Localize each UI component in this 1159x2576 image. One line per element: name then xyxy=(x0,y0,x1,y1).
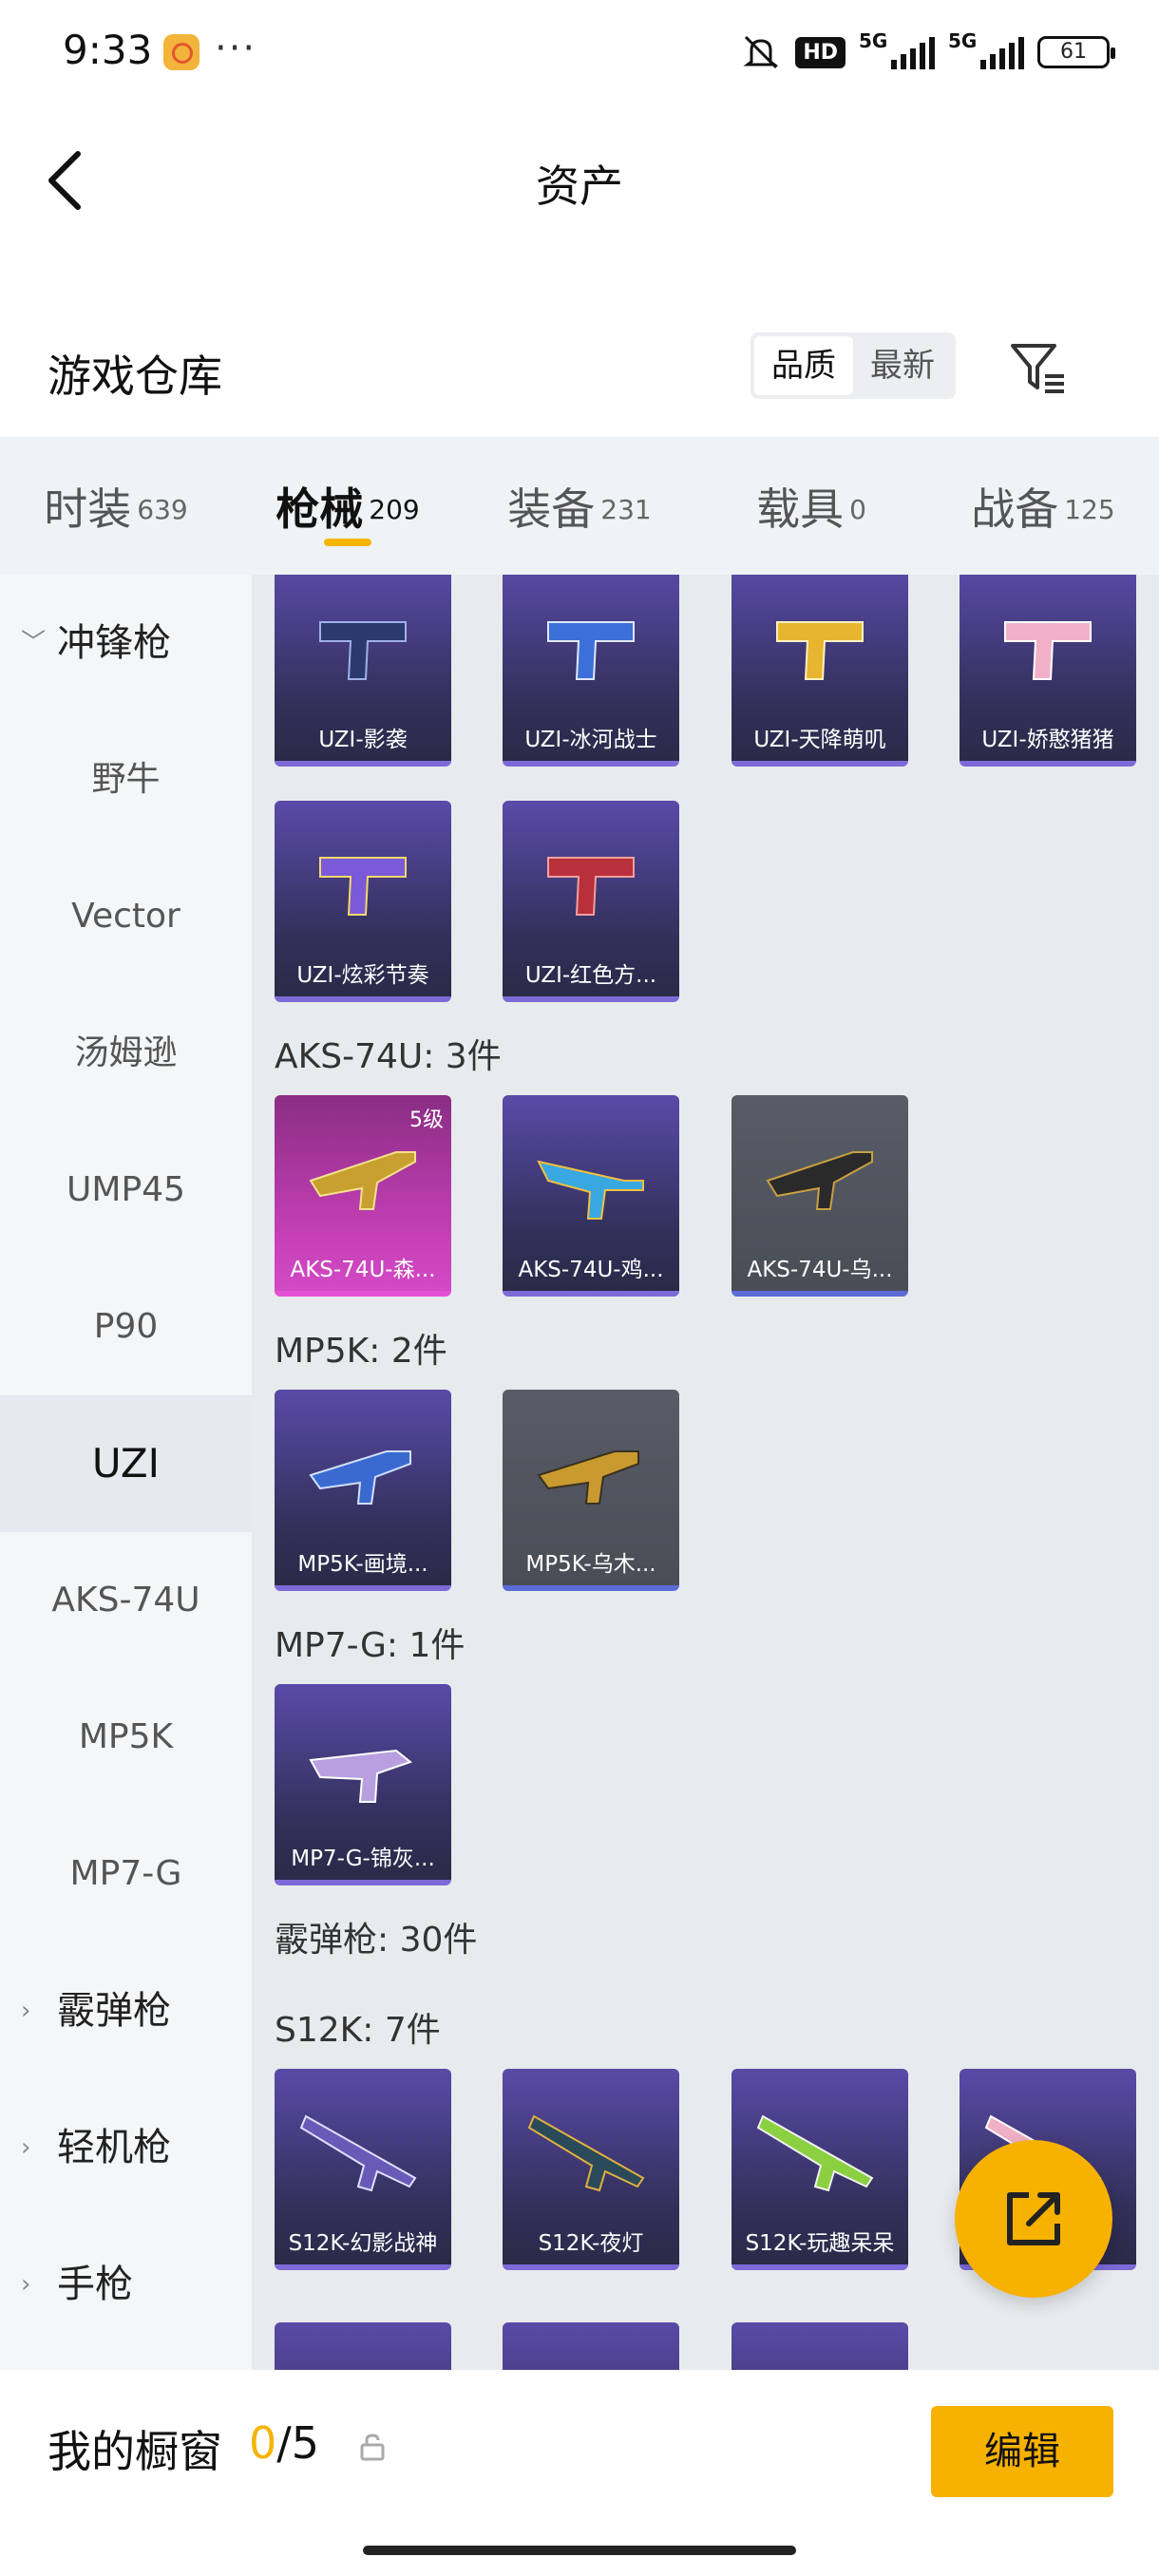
showcase-label: 我的橱窗 xyxy=(48,2426,222,2477)
weapon-grid: UZI-影袭 UZI-冰河战士 UZI-天降萌叽 UZI-娇憨猪猪 UZI-炫彩… xyxy=(252,575,1159,2370)
mp5k-weapon-icon xyxy=(309,1450,411,1505)
weapon-card[interactable]: UZI-冰河战士 xyxy=(503,575,679,767)
app-notification-icon xyxy=(163,34,200,70)
group-title-s12k: S12K: 7件 xyxy=(275,2011,441,2050)
rifle-weapon-icon xyxy=(537,1160,644,1220)
weapon-card[interactable]: MP5K-乌木... xyxy=(503,1390,679,1591)
weapon-card[interactable]: AKS-74U-乌... xyxy=(732,1095,908,1297)
weapon-card[interactable]: UZI-天降萌叽 xyxy=(732,575,908,767)
battery-icon: 61 xyxy=(1037,36,1115,68)
signal-icon-2: 5G xyxy=(948,29,1024,69)
sidebar-group-lmg[interactable]: › 轻机枪 xyxy=(0,2079,252,2216)
mute-bell-icon xyxy=(743,35,779,69)
weapon-card[interactable]: UZI-炫彩节奏 xyxy=(275,801,451,1002)
sidebar-item-aks74u[interactable]: AKS-74U xyxy=(0,1532,252,1669)
weapon-card[interactable]: UZI-娇憨猪猪 xyxy=(960,575,1136,767)
sidebar-item-p90[interactable]: P90 xyxy=(0,1259,252,1395)
sidebar-item-thompson[interactable]: 汤姆逊 xyxy=(0,985,252,1122)
weapon-card[interactable]: AKS-74U-鸡... xyxy=(503,1095,679,1297)
lock-icon xyxy=(360,2434,385,2461)
share-external-icon xyxy=(1007,2192,1060,2245)
warehouse-header: 游戏仓库 品质 最新 xyxy=(0,313,1159,437)
weapon-type-sidebar: ﹀ 冲锋枪 野牛 Vector 汤姆逊 UMP45 P90 UZI AKS-74… xyxy=(0,575,252,2370)
weapon-card[interactable]: 5级 AKS-74U-森... xyxy=(275,1095,451,1297)
sidebar-item-ump45[interactable]: UMP45 xyxy=(0,1122,252,1259)
rifle-weapon-icon xyxy=(766,1151,873,1210)
uzi-weapon-icon xyxy=(547,857,635,916)
group-title-mp5k: MP5K: 2件 xyxy=(275,1332,447,1371)
section-title: 游戏仓库 xyxy=(48,350,222,402)
weapon-card[interactable]: MP7-G-锦灰... xyxy=(275,1684,451,1885)
tab-fashion[interactable]: 时装 639 xyxy=(0,437,232,575)
status-time: 9:33 xyxy=(63,27,153,73)
tab-equipment[interactable]: 装备 231 xyxy=(464,437,695,575)
sidebar-group-shotgun[interactable]: › 霰弹枪 xyxy=(0,1942,252,2079)
chevron-down-icon: ﹀ xyxy=(21,629,47,657)
showcase-count: 0/5 xyxy=(249,2417,320,2469)
sidebar-item-uzi[interactable]: UZI xyxy=(0,1395,252,1532)
home-indicator[interactable] xyxy=(363,2546,796,2555)
chevron-right-icon: › xyxy=(21,2270,31,2299)
more-notifications-icon: ··· xyxy=(215,27,257,70)
shotgun-weapon-icon xyxy=(756,2114,874,2192)
edit-button[interactable]: 编辑 xyxy=(931,2406,1113,2497)
status-indicators: HD 5G 5G 61 xyxy=(740,28,1115,76)
weapon-card[interactable] xyxy=(503,2322,679,2370)
top-header: 资产 xyxy=(0,104,1159,247)
chevron-right-icon: › xyxy=(21,1997,31,2025)
sidebar-item-bizon[interactable]: 野牛 xyxy=(0,711,252,848)
sidebar-group-pistol[interactable]: › 手枪 xyxy=(0,2216,252,2353)
sidebar-item-vector[interactable]: Vector xyxy=(0,848,252,985)
weapon-card[interactable]: UZI-影袭 xyxy=(275,575,451,767)
weapon-card[interactable]: S12K-玩趣呆呆 xyxy=(732,2069,908,2270)
weapon-card[interactable]: MP5K-画境... xyxy=(275,1390,451,1591)
sidebar-item-mp5k[interactable]: MP5K xyxy=(0,1669,252,1806)
rifle-weapon-icon xyxy=(309,1151,416,1210)
uzi-weapon-icon xyxy=(1004,621,1092,680)
page-title: 资产 xyxy=(536,161,623,212)
tab-combat-gear[interactable]: 战备 125 xyxy=(927,437,1159,575)
tab-firearms[interactable]: 枪械 209 xyxy=(232,437,464,575)
sort-by-quality[interactable]: 品质 xyxy=(754,336,853,395)
weapon-card[interactable] xyxy=(275,2322,451,2370)
weapon-card[interactable]: UZI-红色方... xyxy=(503,801,679,1002)
mp5k-weapon-icon xyxy=(537,1450,639,1505)
uzi-weapon-icon xyxy=(319,857,407,916)
share-button[interactable] xyxy=(955,2140,1112,2298)
filter-icon[interactable] xyxy=(1007,336,1070,399)
sidebar-item-mp7g[interactable]: MP7-G xyxy=(0,1806,252,1942)
weapon-card[interactable] xyxy=(732,2322,908,2370)
weapon-card[interactable]: S12K-幻影战神 xyxy=(275,2069,451,2270)
weapon-card[interactable]: S12K-夜灯 xyxy=(503,2069,679,2270)
group-title-mp7g: MP7-G: 1件 xyxy=(275,1626,466,1665)
group-title-aks74u: AKS-74U: 3件 xyxy=(275,1037,502,1076)
sort-by-newest[interactable]: 最新 xyxy=(853,336,952,395)
group-title-shotgun: 霰弹枪: 30件 xyxy=(275,1921,478,1960)
chevron-right-icon: › xyxy=(21,2133,31,2162)
uzi-weapon-icon xyxy=(776,621,864,680)
uzi-weapon-icon xyxy=(319,621,407,680)
sort-toggle: 品质 最新 xyxy=(750,332,956,399)
status-bar: 9:33 ··· HD 5G 5G 61 xyxy=(0,0,1159,104)
category-tabs: 时装 639 枪械 209 装备 231 载具 0 战备 125 xyxy=(0,437,1159,575)
sidebar-group-smg[interactable]: ﹀ 冲锋枪 xyxy=(0,575,252,711)
shotgun-weapon-icon xyxy=(299,2114,417,2192)
uzi-weapon-icon xyxy=(547,621,635,680)
mp7g-weapon-icon xyxy=(309,1749,413,1803)
active-tab-indicator xyxy=(324,539,371,546)
tab-vehicles[interactable]: 载具 0 xyxy=(695,437,927,575)
signal-icon-1: 5G xyxy=(859,29,935,69)
hd-badge: HD xyxy=(795,36,846,68)
shotgun-weapon-icon xyxy=(527,2114,645,2192)
